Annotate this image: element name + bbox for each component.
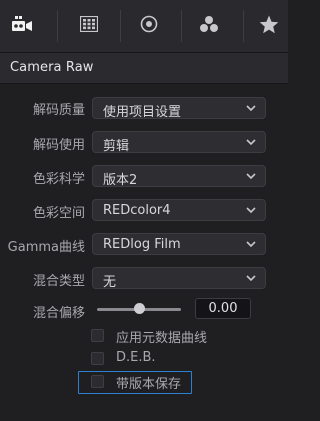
decode-using-dropdown[interactable]: 剪辑 bbox=[92, 131, 266, 154]
decode-quality-value: 使用项目设置 bbox=[103, 105, 182, 120]
blend-type-value: 无 bbox=[103, 275, 117, 290]
camera-raw-tab[interactable] bbox=[0, 0, 44, 52]
chevron-down-icon bbox=[246, 275, 256, 282]
rgb-mixer-tab[interactable] bbox=[184, 0, 234, 52]
chevron-down-icon bbox=[246, 241, 256, 248]
decode-quality-dropdown[interactable]: 使用项目设置 bbox=[92, 97, 266, 120]
blend-type-label: 混合类型 bbox=[32, 274, 85, 289]
apply-metadata-curve-checkbox[interactable] bbox=[91, 329, 104, 342]
color-science-label: 色彩科学 bbox=[32, 172, 85, 187]
toolbar-separator bbox=[181, 10, 182, 42]
toolbar-separator bbox=[120, 10, 121, 42]
section-header: Camera Raw bbox=[0, 53, 288, 84]
color-science-dropdown[interactable]: 版本2 bbox=[92, 165, 266, 188]
deb-checkbox[interactable] bbox=[91, 352, 104, 365]
blend-bias-slider-handle[interactable] bbox=[133, 303, 145, 314]
blend-bias-label: 混合偏移 bbox=[32, 306, 85, 321]
chevron-down-icon bbox=[246, 173, 256, 180]
palette-toolbar bbox=[0, 0, 288, 53]
chevron-down-icon bbox=[246, 105, 256, 112]
decode-quality-label: 解码质量 bbox=[32, 103, 85, 118]
toolbar-separator bbox=[243, 10, 244, 42]
save-with-version-checkbox[interactable] bbox=[91, 375, 104, 388]
blend-bias-input[interactable]: 0.00 bbox=[195, 298, 251, 319]
color-match-tab[interactable] bbox=[64, 0, 114, 52]
color-dots-icon bbox=[199, 15, 219, 37]
decode-using-label: 解码使用 bbox=[32, 138, 85, 153]
save-with-version-label: 带版本保存 bbox=[116, 377, 182, 392]
color-wheel-icon bbox=[140, 15, 158, 37]
settings-panel: 解码质量 使用项目设置 解码使用 剪辑 色彩科学 版本2 色彩空间 REDcol… bbox=[0, 84, 288, 421]
color-space-value: REDcolor4 bbox=[103, 203, 171, 218]
color-space-label: 色彩空间 bbox=[32, 206, 85, 221]
color-chart-icon bbox=[79, 15, 99, 36]
gamma-curve-value: REDlog Film bbox=[103, 237, 181, 252]
camera-raw-icon bbox=[11, 15, 33, 37]
deb-label: D.E.B. bbox=[116, 350, 156, 365]
camera-raw-panel: Camera Raw 解码质量 使用项目设置 解码使用 剪辑 色彩科学 版本2 … bbox=[0, 0, 288, 421]
color-space-dropdown[interactable]: REDcolor4 bbox=[92, 199, 266, 221]
gamma-curve-dropdown[interactable]: REDlog Film bbox=[92, 233, 266, 255]
chevron-down-icon bbox=[246, 207, 256, 214]
section-title: Camera Raw bbox=[10, 60, 94, 75]
blend-type-dropdown[interactable]: 无 bbox=[92, 267, 266, 290]
color-wheels-tab[interactable] bbox=[124, 0, 174, 52]
decode-using-value: 剪辑 bbox=[103, 139, 130, 154]
gamma-curve-label: Gamma曲线 bbox=[7, 240, 85, 255]
color-science-value: 版本2 bbox=[103, 173, 138, 188]
star-icon bbox=[259, 15, 279, 38]
motion-effects-tab[interactable] bbox=[250, 0, 288, 52]
toolbar-separator bbox=[57, 10, 58, 42]
chevron-down-icon bbox=[246, 139, 256, 146]
apply-metadata-curve-label: 应用元数据曲线 bbox=[116, 331, 208, 346]
